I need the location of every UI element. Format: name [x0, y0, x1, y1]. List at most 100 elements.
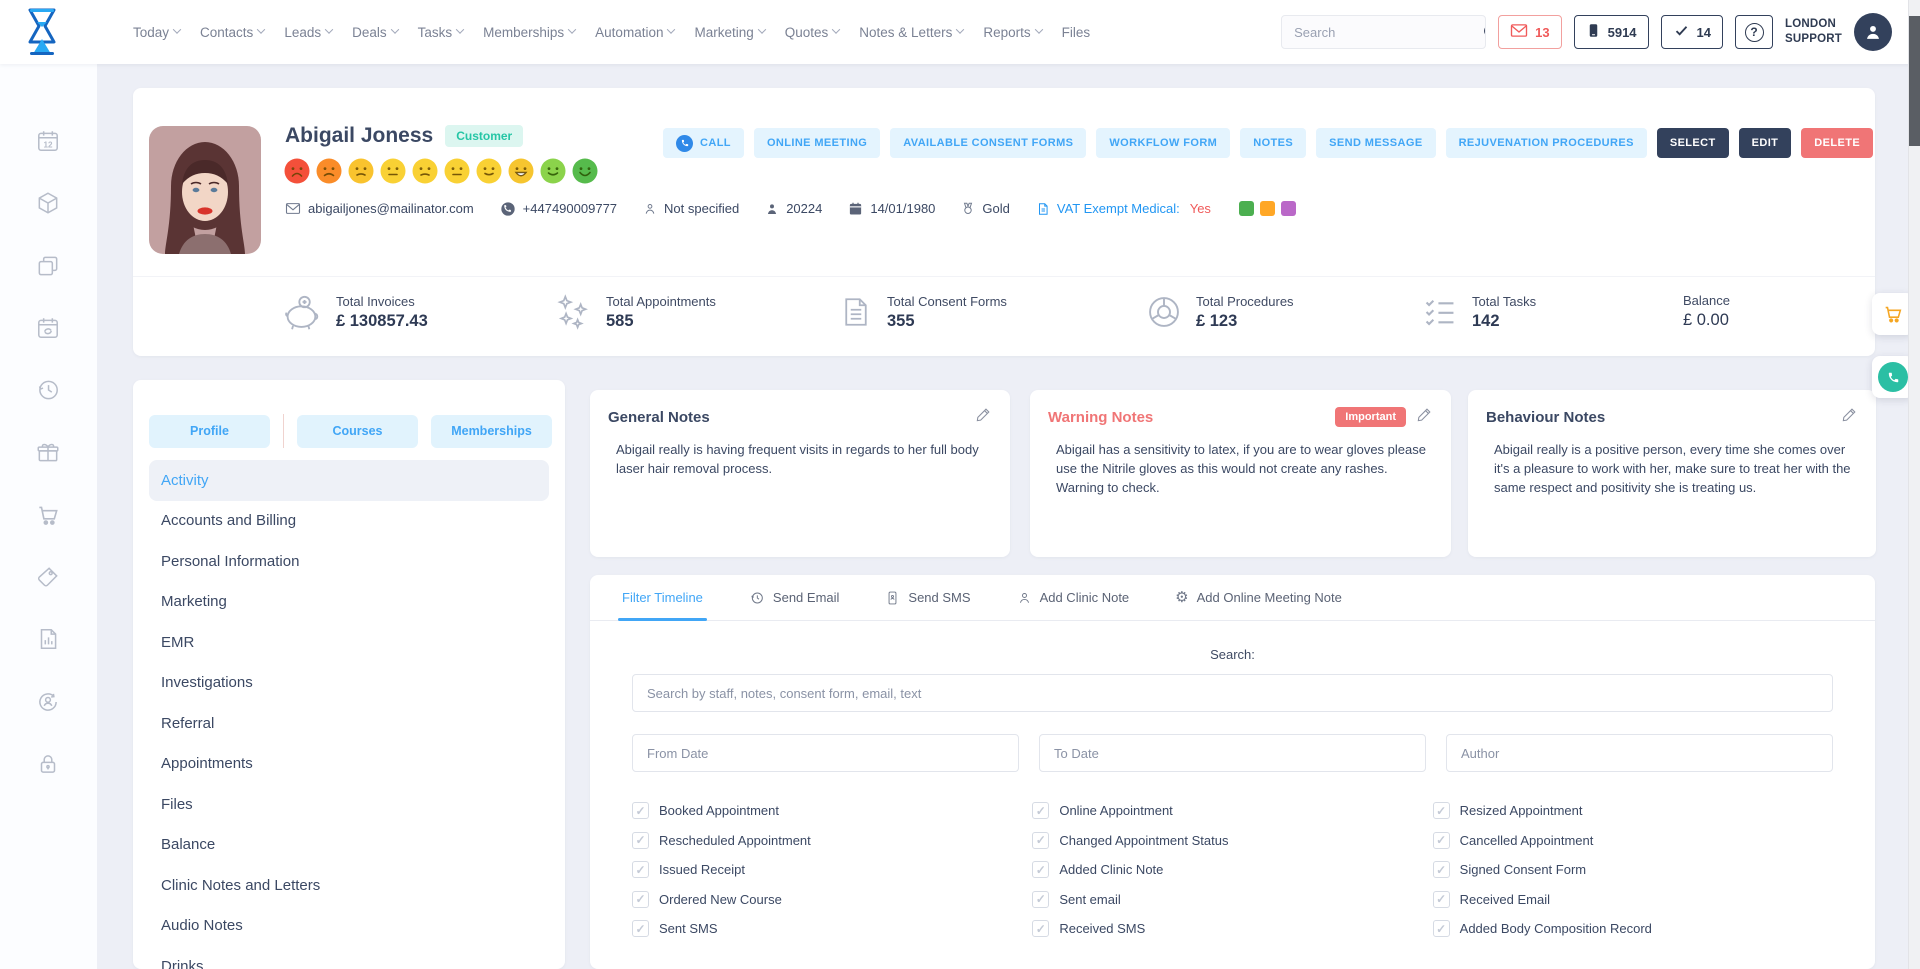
workflow-form-button[interactable]: WORKFLOW FORM [1096, 128, 1230, 158]
package-icon[interactable] [35, 190, 61, 216]
nav-memberships[interactable]: Memberships [483, 25, 575, 40]
delete-button[interactable]: DELETE [1801, 128, 1873, 158]
tab-profile[interactable]: Profile [149, 415, 270, 448]
nav-reports[interactable]: Reports [983, 25, 1041, 40]
history-icon[interactable] [35, 377, 61, 403]
filter-online-appointment[interactable]: ✓Online Appointment [1032, 796, 1432, 826]
nav-tasks[interactable]: Tasks [418, 25, 464, 40]
nav-quotes[interactable]: Quotes [785, 25, 840, 40]
menu-item-investigations[interactable]: Investigations [149, 663, 549, 704]
tab-courses[interactable]: Courses [297, 415, 418, 448]
nav-today[interactable]: Today [133, 25, 180, 40]
tab-filter-timeline[interactable]: Filter Timeline [622, 575, 703, 620]
client-email[interactable]: abigailjones@mailinator.com [285, 201, 474, 216]
menu-item-files[interactable]: Files [149, 784, 549, 825]
select-button[interactable]: SELECT [1657, 128, 1729, 158]
notes-button[interactable]: NOTES [1240, 128, 1306, 158]
calendar-sync-icon[interactable] [35, 315, 61, 341]
filter-signed-consent-form[interactable]: ✓Signed Consent Form [1433, 855, 1833, 885]
calendar-icon[interactable]: 12 [35, 128, 61, 154]
filter-received-sms[interactable]: ✓Received SMS [1032, 914, 1432, 944]
mood-grinning-icon[interactable] [508, 158, 534, 184]
nav-automation[interactable]: Automation [595, 25, 674, 40]
tag-green[interactable] [1239, 201, 1254, 216]
author-input[interactable] [1446, 734, 1833, 772]
nav-deals[interactable]: Deals [352, 25, 398, 40]
edit-pencil-icon[interactable] [975, 406, 992, 428]
nav-notes-letters[interactable]: Notes & Letters [859, 25, 963, 40]
filter-sent-sms[interactable]: ✓Sent SMS [632, 914, 1032, 944]
edit-pencil-icon[interactable] [1416, 406, 1433, 428]
call-button[interactable]: CALL [663, 128, 744, 158]
menu-item-drinks[interactable]: Drinks [149, 946, 549, 969]
tab-send-email[interactable]: Send Email [749, 575, 839, 620]
filter-added-body-composition-record[interactable]: ✓Added Body Composition Record [1433, 914, 1833, 944]
client-photo[interactable] [149, 126, 261, 254]
client-vat-exempt[interactable]: VAT Exempt Medical:Yes [1036, 201, 1211, 217]
menu-item-balance[interactable]: Balance [149, 825, 549, 866]
filter-added-clinic-note[interactable]: ✓Added Clinic Note [1032, 855, 1432, 885]
mood-unhappy-icon[interactable] [316, 158, 342, 184]
report-file-icon[interactable] [35, 626, 61, 652]
tasks-badge[interactable]: 14 [1661, 15, 1723, 49]
nav-leads[interactable]: Leads [284, 25, 332, 40]
mood-neutral-icon[interactable] [380, 158, 406, 184]
menu-item-emr[interactable]: EMR [149, 622, 549, 663]
rejuvenation-procedures-button[interactable]: REJUVENATION PROCEDURES [1446, 128, 1647, 158]
gift-icon[interactable] [35, 439, 61, 465]
available-consent-forms-button[interactable]: AVAILABLE CONSENT FORMS [890, 128, 1086, 158]
filter-ordered-new-course[interactable]: ✓Ordered New Course [632, 885, 1032, 915]
filter-changed-appointment-status[interactable]: ✓Changed Appointment Status [1032, 826, 1432, 856]
tag-purple[interactable] [1281, 201, 1296, 216]
filter-issued-receipt[interactable]: ✓Issued Receipt [632, 855, 1032, 885]
mood-neutral-icon[interactable] [444, 158, 470, 184]
cart-icon[interactable] [35, 502, 61, 528]
app-logo-hourglass-icon[interactable] [24, 8, 60, 56]
person-sync-icon[interactable] [35, 689, 61, 715]
menu-item-clinic-notes-and-letters[interactable]: Clinic Notes and Letters [149, 865, 549, 906]
menu-item-activity[interactable]: Activity [149, 460, 549, 501]
menu-item-referral[interactable]: Referral [149, 703, 549, 744]
to-date-input[interactable] [1039, 734, 1426, 772]
filter-booked-appointment[interactable]: ✓Booked Appointment [632, 796, 1032, 826]
filter-resized-appointment[interactable]: ✓Resized Appointment [1433, 796, 1833, 826]
lock-icon[interactable] [35, 751, 61, 777]
nav-files[interactable]: Files [1062, 25, 1091, 40]
edit-button[interactable]: EDIT [1739, 128, 1792, 158]
user-avatar[interactable] [1854, 13, 1892, 51]
menu-item-marketing[interactable]: Marketing [149, 582, 549, 623]
tab-add-online-meeting-note[interactable]: ⚙ Add Online Meeting Note [1175, 575, 1342, 620]
timeline-search-input[interactable] [632, 674, 1833, 712]
help-button[interactable]: ? [1735, 15, 1773, 49]
nav-marketing[interactable]: Marketing [694, 25, 764, 40]
messages-badge[interactable]: 13 [1498, 15, 1561, 49]
online-meeting-button[interactable]: ONLINE MEETING [754, 128, 880, 158]
copy-icon[interactable] [35, 253, 61, 279]
client-phone[interactable]: +447490009777 [500, 201, 617, 217]
filter-sent-email[interactable]: ✓Sent email [1032, 885, 1432, 915]
mood-very-happy-icon[interactable] [572, 158, 598, 184]
tab-add-clinic-note[interactable]: Add Clinic Note [1017, 575, 1130, 620]
menu-item-appointments[interactable]: Appointments [149, 744, 549, 785]
search-icon[interactable] [1482, 16, 1486, 48]
filter-cancelled-appointment[interactable]: ✓Cancelled Appointment [1433, 826, 1833, 856]
scrollbar-thumb[interactable] [1909, 16, 1920, 146]
from-date-input[interactable] [632, 734, 1019, 772]
mood-sad-icon[interactable] [348, 158, 374, 184]
menu-item-audio-notes[interactable]: Audio Notes [149, 906, 549, 947]
filter-received-email[interactable]: ✓Received Email [1433, 885, 1833, 915]
price-tag-icon[interactable] [35, 564, 61, 590]
mood-very-unhappy-icon[interactable] [284, 158, 310, 184]
nav-contacts[interactable]: Contacts [200, 25, 264, 40]
tab-memberships[interactable]: Memberships [431, 415, 552, 448]
mood-slightly-happy-icon[interactable] [476, 158, 502, 184]
edit-pencil-icon[interactable] [1841, 406, 1858, 428]
filter-rescheduled-appointment[interactable]: ✓Rescheduled Appointment [632, 826, 1032, 856]
send-message-button[interactable]: SEND MESSAGE [1316, 128, 1435, 158]
global-search-input[interactable] [1282, 25, 1482, 40]
menu-item-personal-information[interactable]: Personal Information [149, 541, 549, 582]
tab-send-sms[interactable]: Send SMS [885, 575, 970, 620]
tag-orange[interactable] [1260, 201, 1275, 216]
mood-happy-icon[interactable] [540, 158, 566, 184]
menu-item-accounts-and-billing[interactable]: Accounts and Billing [149, 501, 549, 542]
